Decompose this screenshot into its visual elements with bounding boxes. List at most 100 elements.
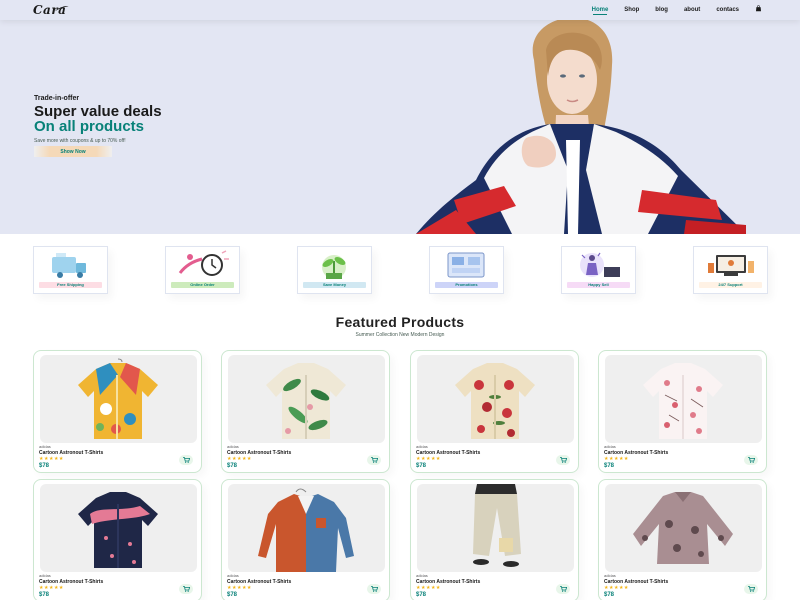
product-price: $78	[604, 592, 615, 598]
feature-label: Promotions	[435, 282, 498, 288]
add-to-cart-button[interactable]	[556, 455, 570, 465]
features-row: Free Shipping Online Order Save Money Pr…	[0, 246, 800, 296]
hero-subtext: Save more with coupons & up to 70% off!	[34, 138, 126, 144]
product-price: $78	[604, 463, 615, 469]
cart-icon	[747, 457, 755, 463]
product-card[interactable]: adidas Cartoon Astronout T-Shirts ★★★★★ …	[410, 350, 579, 473]
product-rating-stars: ★★★★★	[39, 456, 64, 462]
product-rating-stars: ★★★★★	[227, 456, 252, 462]
happy-sell-icon	[580, 252, 620, 277]
feature-online-order[interactable]: Online Order	[165, 246, 240, 294]
product-brand: adidas	[604, 573, 616, 578]
colorful-print-shirt-image	[78, 358, 158, 439]
add-to-cart-button[interactable]	[556, 584, 570, 594]
product-card[interactable]: adidas Cartoon Astronout T-Shirts ★★★★★ …	[221, 479, 390, 600]
product-image[interactable]	[605, 484, 762, 572]
support-icon	[708, 255, 754, 276]
product-brand: adidas	[604, 444, 616, 449]
cart-icon	[559, 457, 567, 463]
product-rating-stars: ★★★★★	[604, 456, 629, 462]
product-price: $78	[416, 592, 427, 598]
mauve-print-top-image	[633, 492, 733, 564]
product-image[interactable]	[40, 484, 197, 572]
cart-icon	[747, 586, 755, 592]
site-header: Cara Home Shop blog about contacs	[0, 0, 800, 20]
product-card[interactable]: adidas Cartoon Astronout T-Shirts ★★★★★ …	[598, 350, 767, 473]
cart-icon	[182, 586, 190, 592]
product-card[interactable]: adidas Cartoon Astronout T-Shirts ★★★★★ …	[33, 479, 202, 600]
hero-banner: Trade-in-offer Super value deals On all …	[0, 20, 800, 234]
product-image[interactable]	[417, 484, 574, 572]
product-rating-stars: ★★★★★	[227, 585, 252, 591]
product-rating-stars: ★★★★★	[416, 585, 441, 591]
add-to-cart-button[interactable]	[744, 455, 758, 465]
product-brand: adidas	[227, 444, 239, 449]
cart-icon	[370, 457, 378, 463]
nav-home[interactable]: Home	[592, 7, 608, 15]
featured-title: Featured Products	[335, 314, 465, 330]
feature-label: Online Order	[171, 282, 234, 288]
navy-flamingo-shirt-image	[78, 492, 158, 568]
nav-blog[interactable]: blog	[655, 7, 668, 13]
cart-icon	[370, 586, 378, 592]
product-rating-stars: ★★★★★	[604, 585, 629, 591]
product-image[interactable]	[228, 355, 385, 443]
promotions-icon	[447, 252, 485, 278]
online-order-icon	[178, 250, 229, 276]
feature-label: Happy Sell	[567, 282, 630, 288]
feature-free-shipping[interactable]: Free Shipping	[33, 246, 108, 294]
feature-label: Save Money	[303, 282, 366, 288]
product-price: $78	[416, 463, 427, 469]
palm-leaf-shirt-image	[266, 363, 346, 439]
product-image[interactable]	[417, 355, 574, 443]
product-image[interactable]	[228, 484, 385, 572]
beige-trousers-image	[473, 484, 521, 567]
product-price: $78	[227, 592, 238, 598]
product-card[interactable]: adidas Cartoon Astronout T-Shirts ★★★★★ …	[33, 350, 202, 473]
product-brand: adidas	[416, 573, 428, 578]
nav-contact[interactable]: contacs	[716, 7, 739, 13]
add-to-cart-button[interactable]	[744, 584, 758, 594]
orange-denim-shirt-image	[258, 488, 354, 572]
hero-eyebrow: Trade-in-offer	[34, 95, 80, 102]
nav-about[interactable]: about	[684, 7, 700, 13]
featured-subtitle: Summer Collection New Modern Design	[355, 332, 445, 338]
pink-blossom-shirt-image	[643, 363, 723, 439]
product-card[interactable]: adidas Cartoon Astronout T-Shirts ★★★★★ …	[410, 479, 579, 600]
hero-model-image	[416, 20, 746, 234]
feature-label: Free Shipping	[39, 282, 102, 288]
add-to-cart-button[interactable]	[179, 584, 193, 594]
feature-happy-sell[interactable]: Happy Sell	[561, 246, 636, 294]
product-image[interactable]	[605, 355, 762, 443]
product-price: $78	[39, 463, 50, 469]
product-brand: adidas	[227, 573, 239, 578]
product-brand: adidas	[39, 573, 51, 578]
logo[interactable]: Cara	[33, 3, 66, 17]
hero-headline: Super value deals	[34, 103, 162, 120]
hero-headline-accent: On all products	[34, 118, 145, 135]
shop-now-button[interactable]: Show Now	[34, 146, 112, 157]
feature-promotions[interactable]: Promotions	[429, 246, 504, 294]
nav-shop[interactable]: Shop	[624, 7, 639, 13]
cart-icon	[559, 586, 567, 592]
main-nav: Home Shop blog about contacs	[576, 5, 762, 15]
add-to-cart-button[interactable]	[367, 455, 381, 465]
hero-text: Trade-in-offer Super value deals On all …	[34, 95, 162, 144]
product-card[interactable]: adidas Cartoon Astronout T-Shirts ★★★★★ …	[598, 479, 767, 600]
cart-icon	[182, 457, 190, 463]
add-to-cart-button[interactable]	[367, 584, 381, 594]
feature-save-money[interactable]: Save Money	[297, 246, 372, 294]
feature-support[interactable]: 24/7 Support	[693, 246, 768, 294]
truck-shipping-icon	[52, 253, 86, 278]
product-brand: adidas	[39, 444, 51, 449]
shopping-bag-icon[interactable]	[755, 5, 762, 12]
feature-label: 24/7 Support	[699, 282, 762, 288]
floral-cream-shirt-image	[455, 363, 535, 439]
add-to-cart-button[interactable]	[179, 455, 193, 465]
product-image[interactable]	[40, 355, 197, 443]
product-card[interactable]: adidas Cartoon Astronout T-Shirts ★★★★★ …	[221, 350, 390, 473]
product-brand: adidas	[416, 444, 428, 449]
money-plant-icon	[322, 255, 346, 279]
product-rating-stars: ★★★★★	[39, 585, 64, 591]
product-price: $78	[39, 592, 50, 598]
